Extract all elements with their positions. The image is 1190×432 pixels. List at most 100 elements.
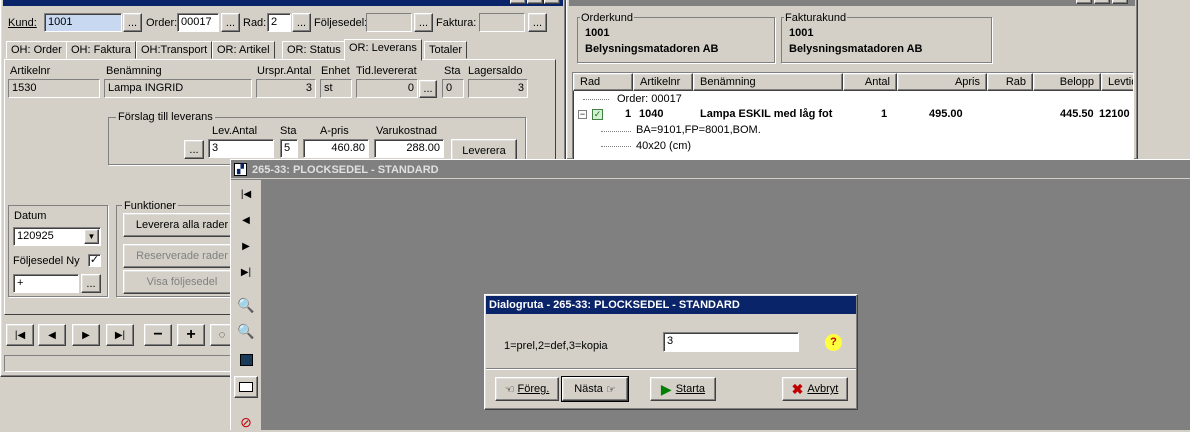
maximize-button[interactable] [1094, 0, 1110, 4]
nasta-button[interactable]: Nästa ☞ [561, 376, 629, 402]
page-view-icon[interactable] [236, 350, 256, 370]
dialog-title: Dialogruta - 265-33: PLOCKSEDEL - STANDA… [489, 299, 740, 311]
hand-left-icon: ☜ [504, 383, 515, 396]
foljesedel-input[interactable] [366, 13, 412, 32]
line-rad: 1 [625, 108, 632, 120]
dialog-value-input[interactable]: 3 [663, 332, 799, 352]
visa-foljesedel-button[interactable]: Visa följesedel [123, 270, 241, 294]
col-rad[interactable]: Rad [573, 73, 633, 91]
sta-label: Sta [280, 125, 297, 137]
hdr-enhet: Enhet [321, 65, 350, 77]
orderkund-nr: 1001 [585, 27, 610, 39]
fakturakund-name: Belysningsmatadoren AB [789, 43, 923, 55]
foreg-label: Föreg. [517, 383, 550, 395]
foljesedel-browse-button[interactable]: ... [414, 13, 433, 32]
line-sub1: BA=9101,FP=8001,BOM. [636, 124, 761, 136]
apris-input[interactable]: 460.80 [303, 139, 369, 158]
hand-right-icon: ☞ [605, 383, 616, 396]
col-apris[interactable]: Apris [897, 73, 987, 91]
fakturakund-nr: 1001 [789, 27, 814, 39]
tab-oh-transport[interactable]: OH:Transport [136, 41, 213, 59]
tid-browse-button[interactable]: ... [419, 80, 437, 98]
dialog-icon[interactable] [234, 376, 258, 398]
minimize-button[interactable] [1076, 0, 1092, 4]
order-browse-button[interactable]: ... [221, 13, 240, 32]
line-levtid: 12100 [1099, 108, 1130, 120]
tab-oh-order[interactable]: OH: Order [6, 41, 67, 59]
hdr-urspr: Urspr.Antal [257, 65, 312, 77]
plus-browse-button[interactable]: ... [81, 274, 101, 293]
add-record-button[interactable]: + [177, 324, 205, 346]
reserverade-button[interactable]: Reserverade rader [123, 244, 241, 268]
col-antal[interactable]: Antal [843, 73, 897, 91]
varukostnad-input[interactable]: 288.00 [374, 139, 444, 158]
kund-input[interactable]: 1001 [44, 13, 122, 32]
close-button[interactable] [544, 0, 560, 4]
tab-or-leverans[interactable]: OR: Leverans [344, 39, 422, 61]
foljesedel-ny-checkbox[interactable]: ✓ [88, 254, 101, 267]
prev-page-icon[interactable]: ◀ [236, 210, 256, 230]
close-x-icon: ✖ [791, 380, 804, 397]
sta-input[interactable]: 5 [280, 139, 298, 158]
kund-browse-button[interactable]: ... [123, 13, 142, 32]
order-input[interactable]: 00017 [177, 13, 219, 32]
tab-totaler[interactable]: Totaler [424, 41, 468, 59]
next-record-button[interactable]: ▶ [72, 324, 100, 346]
avbryt-label: Avbryt [807, 383, 839, 395]
orderkund-title: Orderkund [580, 11, 634, 25]
row-artikelnr: 1530 [8, 79, 100, 98]
zoom-in-icon[interactable]: 🔍 [236, 295, 256, 315]
prev-record-button[interactable]: ◀ [38, 324, 66, 346]
col-levtid[interactable]: Levtid [1101, 73, 1133, 91]
line-antal: 1 [881, 108, 888, 120]
foljesedel-label: Följesedel: [314, 17, 368, 29]
expand-icon[interactable]: − [578, 110, 587, 119]
col-belopp[interactable]: Belopp [1033, 73, 1101, 91]
hdr-tid: Tid.levererat [356, 65, 417, 77]
col-artikelnr[interactable]: Artikelnr [633, 73, 693, 91]
zoom-out-icon[interactable]: 🔍 [236, 321, 256, 341]
maximize-button[interactable] [527, 0, 543, 4]
tree-line-3 [601, 146, 631, 147]
starta-button[interactable]: ▶ Starta [650, 377, 716, 401]
line-artikelnr: 1040 [639, 108, 664, 120]
plus-input[interactable]: + [13, 274, 79, 293]
report-app-icon: ▞ [234, 163, 247, 176]
first-page-icon[interactable]: |◀ [236, 184, 256, 204]
row-sta: 0 [442, 79, 464, 98]
right-title-buttons [1076, 0, 1136, 5]
order-tree-list[interactable]: Rad Artikelnr Benämning Antal Apris Rab … [572, 72, 1134, 160]
last-record-button[interactable]: ▶| [106, 324, 134, 346]
tab-or-status[interactable]: OR: Status [282, 41, 346, 59]
col-rab[interactable]: Rab [987, 73, 1033, 91]
left-title-buttons [510, 0, 562, 5]
forslag-browse-button[interactable]: ... [184, 140, 204, 159]
minimize-button[interactable] [510, 0, 526, 4]
help-icon[interactable]: ? [825, 334, 842, 351]
hdr-sta: Sta [444, 65, 461, 77]
faktura-input[interactable] [479, 13, 525, 32]
avbryt-button[interactable]: ✖ Avbryt [782, 377, 848, 401]
leverera-alla-button[interactable]: Leverera alla rader [123, 213, 241, 237]
rad-input[interactable]: 2 [267, 13, 291, 32]
funktioner-title: Funktioner [122, 199, 178, 213]
rad-browse-button[interactable]: ... [292, 13, 311, 32]
lev-antal-input[interactable]: 3 [208, 139, 274, 158]
starta-label: Starta [675, 383, 706, 395]
first-record-button[interactable]: |◀ [6, 324, 34, 346]
stop-icon[interactable]: ⊘ [236, 412, 256, 432]
foreg-button[interactable]: ☜ Föreg. [495, 377, 559, 401]
chevron-down-icon[interactable]: ▼ [84, 229, 99, 244]
col-benamning[interactable]: Benämning [693, 73, 843, 91]
forslag-title: Förslag till leverans [116, 110, 215, 124]
next-page-icon[interactable]: ▶ [236, 236, 256, 256]
preview-titlebar [569, 0, 1135, 6]
last-page-icon[interactable]: ▶| [236, 262, 256, 282]
close-button[interactable] [1112, 0, 1128, 4]
row-enhet: st [320, 79, 352, 98]
remove-record-button[interactable]: − [144, 324, 172, 346]
faktura-browse-button[interactable]: ... [528, 13, 547, 32]
tab-or-artikel[interactable]: OR: Artikel [212, 41, 275, 59]
tab-oh-faktura[interactable]: OH: Faktura [66, 41, 136, 59]
faktura-label: Faktura: [436, 17, 477, 29]
